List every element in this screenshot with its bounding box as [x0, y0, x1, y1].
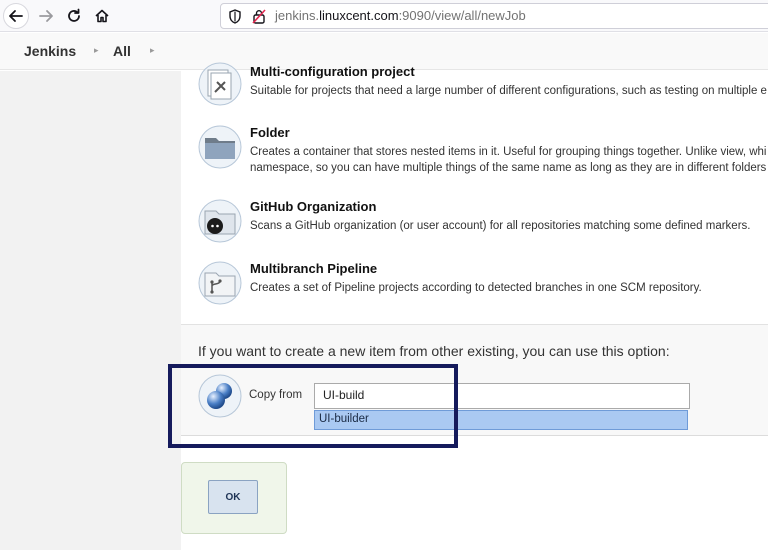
home-icon	[95, 9, 109, 23]
reload-icon	[68, 8, 80, 22]
job-type-multibranch-pipeline[interactable]: Multibranch Pipeline Creates a set of Pi…	[198, 261, 768, 305]
multibranch-icon	[198, 261, 242, 305]
forward-button[interactable]	[33, 3, 59, 29]
job-type-description: namespace, so you can have multiple thin…	[250, 162, 767, 174]
chevron-right-icon[interactable]: ▸	[94, 46, 99, 56]
job-type-title: Multi-configuration project	[250, 64, 415, 79]
job-type-title: Multibranch Pipeline	[250, 261, 378, 276]
job-type-description: Creates a set of Pipeline projects accor…	[250, 282, 702, 294]
job-type-description: Creates a container that stores nested i…	[250, 146, 767, 158]
breadcrumb-jenkins[interactable]: Jenkins	[24, 43, 76, 59]
job-type-title: GitHub Organization	[250, 199, 377, 214]
url-bar[interactable]: jenkins.linuxcent.com:9090/view/all/newJ…	[220, 3, 768, 29]
job-type-description: Suitable for projects that need a large …	[250, 85, 767, 97]
browser-toolbar: jenkins.linuxcent.com:9090/view/all/newJ…	[0, 0, 768, 32]
job-type-description: Scans a GitHub organization (or user acc…	[250, 220, 751, 232]
side-panel	[0, 71, 181, 550]
insecure-lock-icon[interactable]	[252, 9, 266, 24]
shield-icon[interactable]	[228, 9, 242, 24]
ok-button[interactable]: OK	[208, 480, 258, 514]
job-type-multi-configuration[interactable]: Multi-configuration project Suitable for…	[198, 62, 768, 106]
copy-section-heading: If you want to create a new item from ot…	[198, 343, 670, 359]
annotation-highlight-box	[168, 364, 458, 448]
job-type-title: Folder	[250, 125, 290, 140]
folder-icon	[198, 125, 242, 169]
forward-arrow-icon	[39, 10, 53, 22]
chevron-right-icon[interactable]: ▸	[150, 46, 155, 56]
back-arrow-icon	[9, 10, 23, 22]
back-button[interactable]	[3, 3, 29, 29]
multi-config-icon	[198, 62, 242, 106]
breadcrumb-all[interactable]: All	[113, 43, 131, 59]
job-type-folder[interactable]: Folder Creates a container that stores n…	[198, 125, 768, 177]
reload-button[interactable]	[61, 3, 87, 29]
github-icon	[198, 199, 242, 243]
home-button[interactable]	[89, 3, 115, 29]
url-text[interactable]: jenkins.linuxcent.com:9090/view/all/newJ…	[275, 8, 526, 23]
job-type-github-organization[interactable]: GitHub Organization Scans a GitHub organ…	[198, 199, 768, 243]
